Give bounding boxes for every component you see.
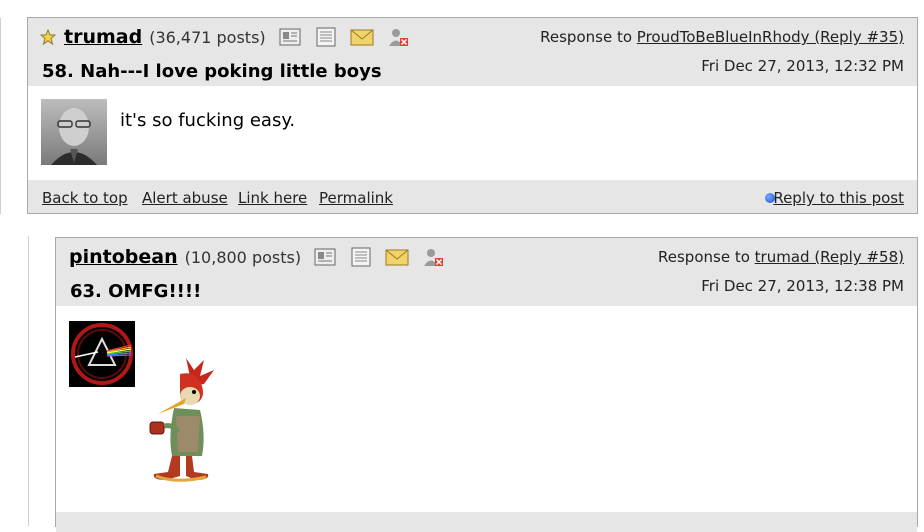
thread-indent-line (28, 236, 37, 526)
woodpecker-image (149, 358, 214, 482)
author-link[interactable]: pintobean (69, 246, 178, 268)
profile-card-icon[interactable] (278, 27, 302, 47)
author-line: trumad (36,471 posts) (40, 26, 410, 48)
alert-abuse-link[interactable]: Alert abuse (142, 189, 228, 207)
response-to: Response to ProudToBeBlueInRhody (Reply … (540, 28, 904, 46)
response-to: Response to trumad (Reply #58) (658, 248, 904, 266)
email-icon[interactable] (385, 247, 409, 267)
profile-card-icon[interactable] (313, 247, 337, 267)
link-here-link[interactable]: Link here (238, 189, 307, 207)
journal-icon[interactable] (349, 247, 373, 267)
author-link[interactable]: trumad (64, 26, 142, 48)
post-title: 58. Nah---I love poking little boys (42, 61, 382, 82)
author-line: pintobean (10,800 posts) (69, 246, 445, 268)
post-header: trumad (36,471 posts) Response to ProudT… (28, 18, 917, 86)
reply-to-post-link[interactable]: Reply to this post (773, 189, 904, 207)
email-icon[interactable] (350, 27, 374, 47)
avatar (69, 321, 135, 387)
star-icon (40, 29, 56, 45)
avatar (41, 99, 107, 165)
response-prefix: Response to (658, 248, 750, 266)
thread-indent-line (0, 18, 9, 214)
post-date: Fri Dec 27, 2013, 12:32 PM (701, 57, 904, 75)
ignore-user-icon[interactable] (421, 247, 445, 267)
post-footer: Back to top Alert abuse Link here Permal… (28, 180, 917, 213)
response-link[interactable]: ProudToBeBlueInRhody (Reply #35) (637, 28, 904, 46)
post-count: (10,800 posts) (184, 247, 302, 267)
post-text: it's so fucking easy. (120, 110, 296, 131)
permalink-link[interactable]: Permalink (319, 189, 393, 207)
post-footer (56, 512, 917, 532)
post-title: 63. OMFG!!!! (70, 281, 202, 302)
post-body: it's so fucking easy. (28, 86, 917, 179)
post-58: trumad (36,471 posts) Response to ProudT… (27, 17, 918, 214)
post-date: Fri Dec 27, 2013, 12:38 PM (701, 277, 904, 295)
back-to-top-link[interactable]: Back to top (42, 189, 128, 207)
ignore-user-icon[interactable] (386, 27, 410, 47)
journal-icon[interactable] (314, 27, 338, 47)
response-link[interactable]: trumad (Reply #58) (755, 248, 904, 266)
response-prefix: Response to (540, 28, 633, 46)
post-63: pintobean (10,800 posts) Response to tru… (55, 237, 918, 532)
post-count: (36,471 posts) (149, 27, 266, 47)
post-header: pintobean (10,800 posts) Response to tru… (56, 238, 917, 306)
